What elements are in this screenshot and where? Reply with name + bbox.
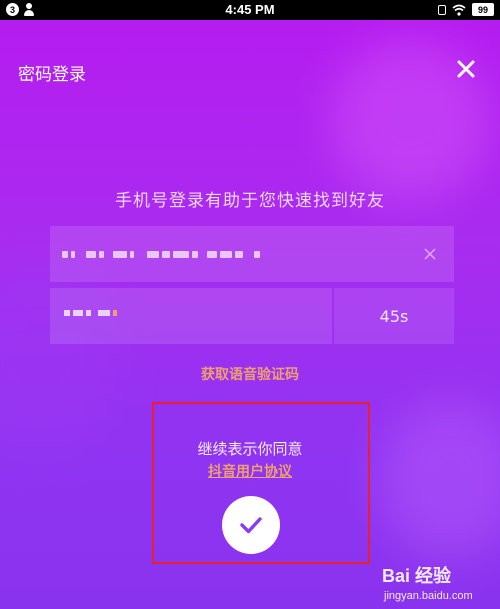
- phone-input[interactable]: [50, 226, 454, 282]
- user-agreement-link[interactable]: 抖音用户协议: [0, 461, 500, 481]
- status-time: 4:45 PM: [225, 2, 275, 17]
- wifi-icon: [452, 4, 466, 16]
- obscured-code: [64, 310, 117, 316]
- battery-icon: 99: [472, 3, 494, 16]
- verification-code-input[interactable]: [50, 288, 332, 344]
- watermark-url: jingyan.baidu.com: [384, 590, 473, 602]
- voice-code-link[interactable]: 获取语音验证码: [0, 364, 500, 384]
- clear-icon: [424, 248, 436, 260]
- obscured-phone-number: [62, 244, 260, 264]
- close-button[interactable]: [452, 55, 480, 83]
- page-title[interactable]: 密码登录: [18, 60, 86, 85]
- agreement-prompt: 继续表示你同意: [197, 440, 303, 458]
- login-screen: 3 4:45 PM 99 密码登录 手机号登录有助于您快速找到好友 45s 获取…: [0, 0, 500, 609]
- watermark-logo: Bai 经验: [382, 566, 452, 586]
- checkmark-icon: [240, 517, 262, 534]
- close-icon: [457, 60, 475, 78]
- lock-rotation-icon: [438, 4, 446, 15]
- user-agreement-link-text[interactable]: 抖音用户协议: [208, 464, 292, 480]
- resend-countdown-button[interactable]: 45s: [334, 288, 454, 344]
- login-hint: 手机号登录有助于您快速找到好友: [115, 191, 385, 211]
- status-right: 99: [438, 3, 494, 16]
- clear-button[interactable]: [420, 244, 440, 264]
- status-bar: 3 4:45 PM 99: [0, 0, 500, 20]
- confirm-button[interactable]: [222, 496, 280, 554]
- baidu-watermark: Bai 经验 jingyan.baidu.com: [382, 560, 500, 609]
